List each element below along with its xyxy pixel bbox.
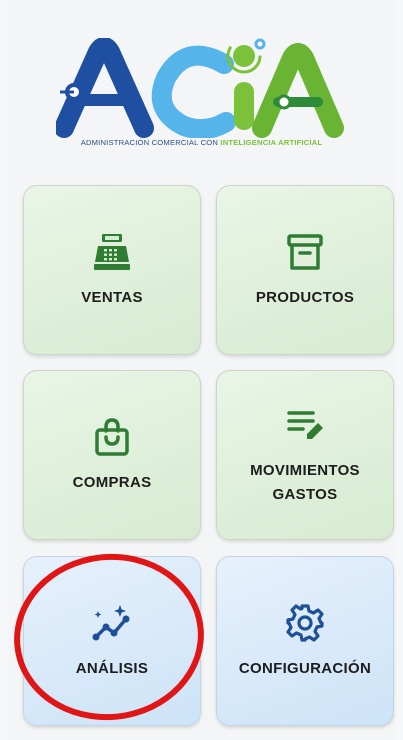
- sparkle-chart-icon: [90, 601, 134, 645]
- menu-tile-movimientos-gastos[interactable]: MOVIMIENTOS GASTOS: [216, 370, 394, 540]
- tagline-highlight: INTELIGENCIA ARTIFICIAL: [220, 138, 323, 147]
- app-logo: ADMINISTRACIÓN COMERCIAL CON INTELIGENCI…: [8, 30, 395, 155]
- cash-register-icon: [90, 230, 134, 274]
- menu-tile-label: ANÁLISIS: [75, 660, 149, 677]
- tagline-prefix: ADMINISTRACIÓN COMERCIAL CON: [80, 138, 221, 147]
- home-screen: ADMINISTRACIÓN COMERCIAL CON INTELIGENCI…: [8, 0, 395, 740]
- acia-logo-graphic: [56, 38, 344, 138]
- menu-tile-analisis[interactable]: ANÁLISIS: [23, 556, 201, 726]
- tagline: ADMINISTRACIÓN COMERCIAL CON INTELIGENCI…: [8, 138, 395, 147]
- menu-tile-productos[interactable]: PRODUCTOS: [216, 185, 394, 355]
- shopping-bag-icon: [90, 415, 134, 459]
- menu-tile-label: VENTAS: [81, 289, 143, 306]
- menu-tile-ventas[interactable]: VENTAS: [23, 185, 201, 355]
- menu-tile-compras[interactable]: COMPRAS: [23, 370, 201, 540]
- menu-tile-label: MOVIMIENTOS GASTOS: [250, 462, 360, 503]
- edit-list-icon: [283, 403, 327, 447]
- menu-tile-label: PRODUCTOS: [255, 289, 355, 306]
- menu-tile-label: CONFIGURACIÓN: [238, 660, 372, 677]
- menu-tile-configuracion[interactable]: CONFIGURACIÓN: [216, 556, 394, 726]
- archive-box-icon: [283, 230, 327, 274]
- gear-icon: [283, 601, 327, 645]
- menu-tile-label: COMPRAS: [72, 474, 152, 491]
